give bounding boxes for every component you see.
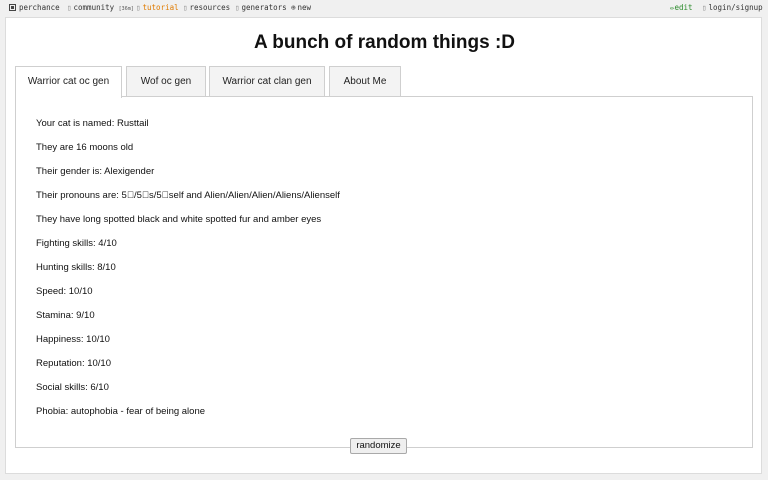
resources-link[interactable]: ▯ resources bbox=[183, 3, 230, 12]
tab-about-me[interactable]: About Me bbox=[329, 66, 401, 97]
new-generator-link[interactable]: ⊕ new bbox=[291, 3, 311, 12]
resources-icon: ▯ bbox=[183, 3, 188, 12]
cat-pronouns-line: Their pronouns are: 5⃞/5⃞s/5⃞self and Al… bbox=[36, 190, 340, 201]
phobia-line: Phobia: autophobia - fear of being alone bbox=[36, 406, 206, 417]
tab-warrior-cat-oc-gen[interactable]: Warrior cat oc gen bbox=[15, 66, 122, 98]
top-nav-bar: perchance ▯ community [36m] ▯ tutorial ▯ re… bbox=[0, 0, 768, 16]
hunting-skills-line: Hunting skills: 8/10 bbox=[36, 262, 116, 273]
reputation-line: Reputation: 10/10 bbox=[36, 358, 112, 369]
stamina-line: Stamina: 9/10 bbox=[36, 310, 95, 321]
generator-card: A bunch of random things :D Warrior cat … bbox=[5, 17, 762, 474]
cat-age-line: They are 16 moons old bbox=[36, 142, 134, 153]
cat-name-line: Your cat is named: Rusttail bbox=[36, 118, 149, 129]
login-icon: ▯ bbox=[702, 3, 707, 12]
perchance-logo-icon bbox=[9, 4, 16, 11]
edit-link[interactable]: ✏edit bbox=[670, 3, 693, 12]
community-icon: ▯ bbox=[67, 3, 72, 12]
plus-circle-icon: ⊕ bbox=[291, 3, 296, 12]
speed-line: Speed: 10/10 bbox=[36, 286, 93, 297]
tab-warrior-cat-clan-gen[interactable]: Warrior cat clan gen bbox=[209, 66, 325, 97]
community-link[interactable]: ▯ community [36m] bbox=[67, 3, 134, 12]
tab-wof-oc-gen[interactable]: Wof oc gen bbox=[126, 66, 206, 97]
output-panel: Your cat is named: Rusttail They are 16 … bbox=[15, 96, 753, 448]
community-badge: [36m] bbox=[118, 6, 134, 12]
fighting-skills-line: Fighting skills: 4/10 bbox=[36, 238, 117, 249]
login-signup-link[interactable]: ▯ login/signup bbox=[702, 3, 763, 12]
cat-gender-line: Their gender is: Alexigender bbox=[36, 166, 155, 177]
happiness-line: Happiness: 10/10 bbox=[36, 334, 110, 345]
cat-appearance-line: They have long spotted black and white s… bbox=[36, 214, 322, 225]
perchance-home-link[interactable]: perchance bbox=[9, 3, 60, 12]
page-title: A bunch of random things :D bbox=[253, 32, 516, 53]
randomize-button[interactable]: randomize bbox=[350, 438, 407, 454]
generators-icon: ▯ bbox=[235, 3, 240, 12]
social-skills-line: Social skills: 6/10 bbox=[36, 382, 109, 393]
tutorial-icon: ▯ bbox=[136, 3, 141, 12]
generators-link[interactable]: ▯ generators bbox=[235, 3, 287, 12]
tutorial-link[interactable]: ▯ tutorial bbox=[136, 3, 179, 12]
